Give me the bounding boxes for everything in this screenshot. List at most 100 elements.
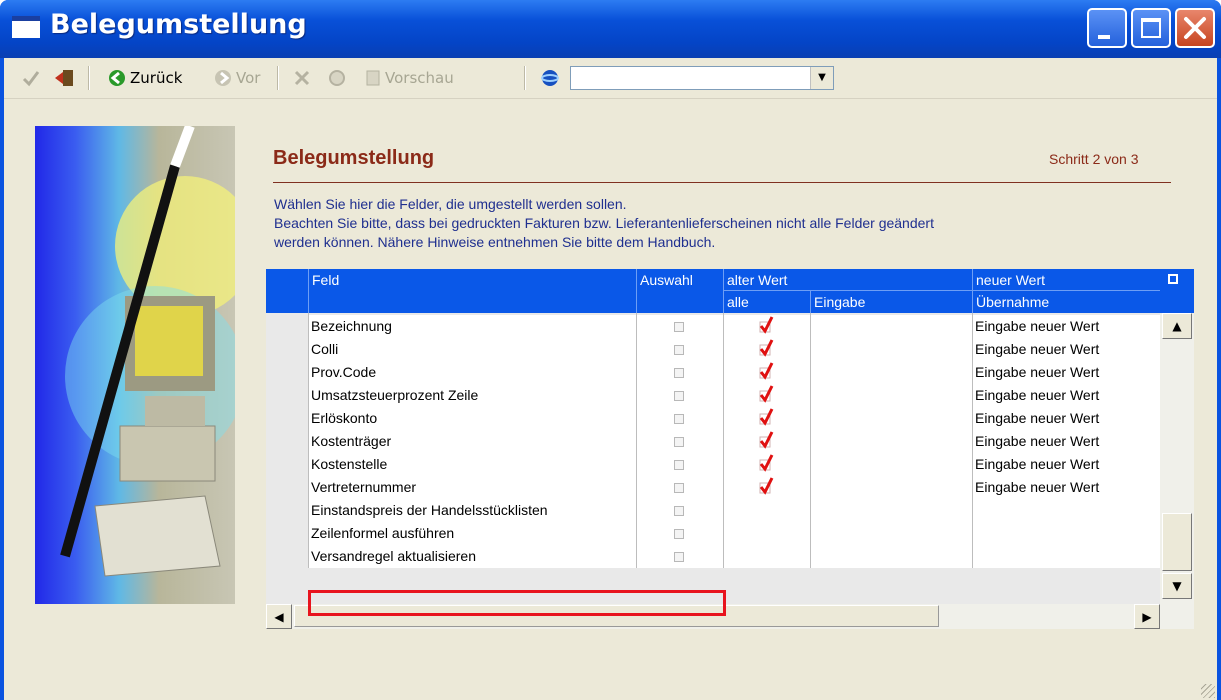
col-header-auswahl[interactable]: Auswahl: [638, 269, 693, 291]
scroll-left-button[interactable]: ◀: [266, 604, 292, 629]
col-header-neuer-wert[interactable]: neuer Wert: [974, 269, 1045, 291]
exit-door-icon[interactable]: [54, 69, 76, 87]
checkmark-icon[interactable]: [22, 69, 40, 87]
cell-uebernahme[interactable]: Eingabe neuer Wert: [972, 476, 1160, 499]
cell-alle[interactable]: [723, 361, 810, 384]
cell-auswahl[interactable]: [636, 545, 723, 568]
cell-auswahl[interactable]: [636, 384, 723, 407]
cell-feld[interactable]: Prov.Code: [308, 361, 636, 384]
cell-uebernahme[interactable]: [972, 545, 1160, 568]
tools-icon[interactable]: [328, 69, 346, 87]
table-row[interactable]: Versandregel aktualisieren: [266, 545, 1160, 568]
cell-auswahl[interactable]: [636, 453, 723, 476]
cell-auswahl[interactable]: [636, 430, 723, 453]
col-header-alle[interactable]: alle: [725, 291, 749, 313]
cell-eingabe[interactable]: [810, 545, 972, 568]
cell-alle[interactable]: [723, 384, 810, 407]
table-row[interactable]: Colli Eingabe neuer Wert: [266, 338, 1160, 361]
table-row[interactable]: Einstandspreis der Handelsstücklisten: [266, 499, 1160, 522]
title-bar[interactable]: Belegumstellung: [0, 0, 1221, 58]
cell-alle[interactable]: [723, 407, 810, 430]
auswahl-checkbox[interactable]: [674, 345, 684, 355]
row-selector[interactable]: [266, 499, 308, 522]
address-combo[interactable]: ▼: [570, 66, 834, 90]
cell-uebernahme[interactable]: Eingabe neuer Wert: [972, 430, 1160, 453]
back-arrow-icon[interactable]: [108, 69, 126, 87]
resize-grip[interactable]: [1201, 684, 1215, 698]
cell-uebernahme[interactable]: Eingabe neuer Wert: [972, 453, 1160, 476]
auswahl-checkbox[interactable]: [674, 552, 684, 562]
cell-uebernahme[interactable]: Eingabe neuer Wert: [972, 315, 1160, 338]
forward-button[interactable]: Vor: [236, 66, 260, 90]
cell-feld[interactable]: Vertreternummer: [308, 476, 636, 499]
col-header-alter-wert[interactable]: alter Wert: [725, 269, 787, 291]
auswahl-checkbox[interactable]: [674, 483, 684, 493]
cell-eingabe[interactable]: [810, 315, 972, 338]
col-header-feld[interactable]: Feld: [310, 269, 339, 291]
cell-eingabe[interactable]: [810, 407, 972, 430]
cell-eingabe[interactable]: [810, 499, 972, 522]
cell-alle[interactable]: [723, 453, 810, 476]
auswahl-checkbox[interactable]: [674, 391, 684, 401]
table-row[interactable]: Erlöskonto Eingabe neuer Wert: [266, 407, 1160, 430]
row-selector[interactable]: [266, 361, 308, 384]
row-selector[interactable]: [266, 476, 308, 499]
auswahl-checkbox[interactable]: [674, 529, 684, 539]
cell-uebernahme[interactable]: Eingabe neuer Wert: [972, 407, 1160, 430]
vertical-scroll-thumb[interactable]: [1162, 513, 1192, 571]
auswahl-checkbox[interactable]: [674, 460, 684, 470]
cell-eingabe[interactable]: [810, 384, 972, 407]
row-selector[interactable]: [266, 453, 308, 476]
cell-auswahl[interactable]: [636, 361, 723, 384]
table-row[interactable]: Zeilenformel ausführen: [266, 522, 1160, 545]
maximize-button[interactable]: [1131, 8, 1171, 48]
cell-alle[interactable]: [723, 315, 810, 338]
cell-alle[interactable]: [723, 499, 810, 522]
row-selector[interactable]: [266, 338, 308, 361]
cell-auswahl[interactable]: [636, 522, 723, 545]
row-selector[interactable]: [266, 407, 308, 430]
row-selector[interactable]: [266, 430, 308, 453]
row-selector[interactable]: [266, 522, 308, 545]
table-row[interactable]: Bezeichnung Eingabe neuer Wert: [266, 315, 1160, 338]
cell-uebernahme[interactable]: [972, 499, 1160, 522]
cell-feld[interactable]: Kostenstelle: [308, 453, 636, 476]
preview-button[interactable]: Vorschau: [385, 66, 454, 90]
auswahl-checkbox[interactable]: [674, 322, 684, 332]
auswahl-checkbox[interactable]: [674, 414, 684, 424]
cell-auswahl[interactable]: [636, 407, 723, 430]
cell-feld[interactable]: Kostenträger: [308, 430, 636, 453]
column-chooser-icon[interactable]: [1168, 274, 1178, 284]
cell-alle[interactable]: [723, 476, 810, 499]
row-selector[interactable]: [266, 384, 308, 407]
cell-alle[interactable]: [723, 522, 810, 545]
table-row[interactable]: Prov.Code Eingabe neuer Wert: [266, 361, 1160, 384]
cell-eingabe[interactable]: [810, 430, 972, 453]
chevron-down-icon[interactable]: ▼: [810, 67, 833, 89]
cell-auswahl[interactable]: [636, 338, 723, 361]
auswahl-checkbox[interactable]: [674, 437, 684, 447]
table-row[interactable]: Vertreternummer Eingabe neuer Wert: [266, 476, 1160, 499]
auswahl-checkbox[interactable]: [674, 368, 684, 378]
table-row[interactable]: Kostenstelle Eingabe neuer Wert: [266, 453, 1160, 476]
cell-uebernahme[interactable]: Eingabe neuer Wert: [972, 384, 1160, 407]
cell-uebernahme[interactable]: Eingabe neuer Wert: [972, 361, 1160, 384]
cell-feld[interactable]: Erlöskonto: [308, 407, 636, 430]
cell-auswahl[interactable]: [636, 476, 723, 499]
back-button[interactable]: Zurück: [130, 66, 182, 90]
auswahl-checkbox[interactable]: [674, 506, 684, 516]
forward-arrow-icon[interactable]: [214, 69, 232, 87]
cell-feld[interactable]: Bezeichnung: [308, 315, 636, 338]
scroll-up-button[interactable]: ▲: [1162, 313, 1192, 339]
minimize-button[interactable]: [1087, 8, 1127, 48]
cell-feld[interactable]: Einstandspreis der Handelsstücklisten: [308, 499, 636, 522]
row-selector[interactable]: [266, 545, 308, 568]
cell-eingabe[interactable]: [810, 476, 972, 499]
col-header-eingabe[interactable]: Eingabe: [812, 291, 865, 313]
cell-eingabe[interactable]: [810, 361, 972, 384]
scroll-right-button[interactable]: ▶: [1134, 604, 1160, 629]
cell-eingabe[interactable]: [810, 453, 972, 476]
cell-feld[interactable]: Zeilenformel ausführen: [308, 522, 636, 545]
vertical-scrollbar[interactable]: ▲ ▼: [1160, 313, 1194, 627]
table-row[interactable]: Kostenträger Eingabe neuer Wert: [266, 430, 1160, 453]
